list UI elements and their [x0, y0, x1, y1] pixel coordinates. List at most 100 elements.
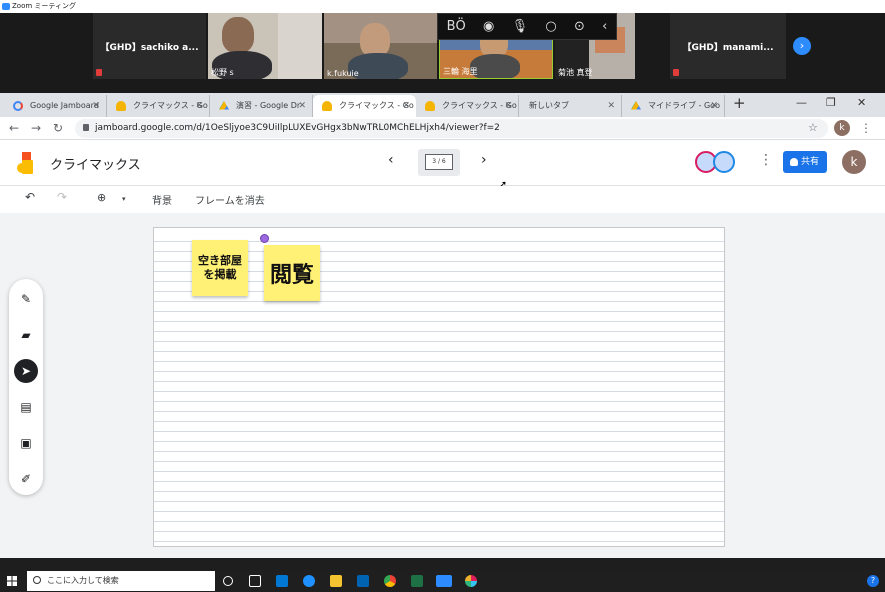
mic-muted-icon: [673, 69, 679, 76]
zoom-title-text: Zoom ミーティング: [12, 2, 76, 10]
board-title[interactable]: クライマックス: [50, 154, 141, 173]
browser-tab-bar: Google Jamboard ✕ クライマックス - Go ✕ 演習 - Go…: [0, 93, 885, 117]
google-icon: [13, 101, 23, 111]
close-tab-icon[interactable]: ✕: [710, 95, 718, 117]
browser-menu-icon[interactable]: ⋮: [860, 121, 872, 135]
windows-taskbar: ここに入力して検索 ?: [0, 570, 885, 592]
slack-icon[interactable]: [465, 575, 477, 587]
next-page-button[interactable]: ›: [793, 37, 811, 55]
jamboard-icon: [116, 101, 126, 111]
mail-icon[interactable]: [276, 575, 288, 587]
reload-icon[interactable]: ↻: [53, 121, 63, 135]
record-icon[interactable]: ◉: [483, 19, 494, 34]
image-icon[interactable]: ▣: [14, 431, 38, 455]
close-tab-icon[interactable]: ✕: [504, 95, 512, 117]
next-frame-icon[interactable]: ›: [481, 152, 487, 168]
jamboard-icon: [425, 101, 435, 111]
bookmark-star-icon[interactable]: ☆: [808, 121, 818, 134]
select-icon[interactable]: ➤: [14, 359, 38, 383]
search-icon: [33, 576, 41, 584]
close-tab-icon[interactable]: ✕: [92, 95, 100, 117]
laser-icon[interactable]: ✐: [14, 467, 38, 491]
collaborator-pointer-icon: [260, 234, 269, 243]
store-icon[interactable]: [357, 575, 369, 587]
chrome-icon[interactable]: [384, 575, 396, 587]
browser-address-bar: ← → ↻ jamboard.google.com/d/1OeSljyoe3C9…: [0, 117, 885, 140]
tab-climax-3[interactable]: クライマックス - Go ✕: [416, 95, 519, 117]
participant-tile[interactable]: k.fukuie: [324, 13, 437, 79]
undo-icon[interactable]: ↶: [25, 190, 35, 204]
redo-icon[interactable]: ↷: [57, 190, 67, 204]
jamboard-workspace: 空き部屋を掲載 閲覧 ✎ ▰ ➤ ▤ ▣ ✐: [0, 213, 885, 558]
edge-icon[interactable]: [303, 575, 315, 587]
zoom-icon[interactable]: ⊕: [97, 191, 106, 204]
collapse-icon[interactable]: ‹: [602, 19, 607, 34]
window-bottom-edge: [0, 558, 885, 570]
jamboard-icon: [322, 101, 332, 111]
pen-icon[interactable]: ✎: [14, 287, 38, 311]
account-avatar[interactable]: k: [842, 150, 866, 174]
cortana-icon[interactable]: [223, 576, 233, 586]
frame-counter-text: 3 / 6: [425, 154, 453, 170]
sticky-note-icon[interactable]: ▤: [14, 395, 38, 419]
frame-selector[interactable]: 3 / 6: [418, 149, 460, 176]
close-tab-icon[interactable]: ✕: [607, 95, 615, 117]
background-wall: [278, 13, 322, 79]
participant-name: 【GHD】sachiko a...: [100, 42, 199, 53]
forward-icon[interactable]: →: [31, 121, 41, 135]
sticky-note[interactable]: 閲覧: [264, 245, 320, 301]
zoom-icon: [2, 3, 10, 10]
tab-exercise[interactable]: 演習 - Google Dr ✕: [210, 95, 313, 117]
clear-frame-button[interactable]: フレームを消去: [195, 192, 265, 207]
eraser-icon[interactable]: ▰: [14, 323, 38, 347]
tab-google-jamboard[interactable]: Google Jamboard ✕: [4, 95, 107, 117]
browser-profile-avatar[interactable]: k: [834, 120, 850, 136]
taskbar-search-input[interactable]: ここに入力して検索: [27, 571, 215, 591]
background-button[interactable]: 背景: [152, 192, 172, 207]
participant-tile[interactable]: 松野 s: [208, 13, 322, 79]
task-view-icon[interactable]: [249, 575, 261, 587]
minimize-icon[interactable]: —: [796, 96, 807, 109]
previous-frame-icon[interactable]: ‹: [388, 152, 394, 168]
tab-new-tab[interactable]: 新しいタブ ✕: [519, 95, 622, 117]
share-button[interactable]: 共有: [783, 151, 827, 173]
close-tab-icon[interactable]: ✕: [195, 95, 203, 117]
participant-tile[interactable]: 【GHD】manami...: [670, 13, 786, 79]
jam-canvas[interactable]: 空き部屋を掲載 閲覧: [153, 227, 725, 547]
close-window-icon[interactable]: ✕: [857, 96, 866, 109]
tab-climax-1[interactable]: クライマックス - Go ✕: [107, 95, 210, 117]
close-tab-icon[interactable]: ✕: [298, 95, 306, 117]
zoom-app-icon[interactable]: [436, 575, 452, 587]
restore-icon[interactable]: ❐: [826, 96, 836, 109]
zoom-video-strip: 【GHD】sachiko a... 松野 s k.fukuie 三輪 海里 菊池…: [0, 13, 885, 93]
circle-icon[interactable]: ○: [545, 19, 556, 34]
participant-name: 【GHD】manami...: [682, 42, 774, 53]
collaborators[interactable]: [695, 151, 739, 173]
drawing-tools-panel: ✎ ▰ ➤ ▤ ▣ ✐: [9, 279, 43, 495]
tab-my-drive[interactable]: マイドライブ - Goo ✕: [622, 95, 725, 117]
file-explorer-icon[interactable]: [330, 575, 342, 587]
more-options-icon[interactable]: ⋮: [759, 152, 773, 168]
new-tab-button[interactable]: +: [733, 94, 746, 112]
close-tab-icon[interactable]: ✕: [402, 95, 410, 117]
zoom-dropdown-icon[interactable]: ▾: [122, 195, 126, 203]
tab-label: 新しいタブ: [529, 101, 569, 110]
participant-name: 三輪 海里: [443, 67, 478, 76]
speaker-icon[interactable]: ⊙: [574, 19, 585, 34]
sticky-note[interactable]: 空き部屋を掲載: [192, 240, 248, 296]
drive-icon: [631, 101, 641, 110]
url-text: jamboard.google.com/d/1OeSljyoe3C9UiIlpL…: [95, 123, 500, 133]
add-person-icon: [790, 158, 798, 166]
tab-climax-active[interactable]: クライマックス - Go ✕: [313, 95, 416, 117]
audio-settings-icon[interactable]: ВÖ: [447, 19, 466, 34]
windows-start-icon[interactable]: [7, 576, 17, 586]
microphone-icon[interactable]: 🎙: [512, 19, 529, 34]
help-icon[interactable]: ?: [867, 575, 879, 587]
back-icon[interactable]: ←: [9, 121, 19, 135]
participant-tile[interactable]: 【GHD】sachiko a...: [93, 13, 206, 79]
share-label: 共有: [800, 157, 819, 167]
lock-icon: [83, 124, 89, 131]
excel-icon[interactable]: [411, 575, 423, 587]
participant-video: [360, 23, 390, 57]
url-input[interactable]: jamboard.google.com/d/1OeSljyoe3C9UiIlpL…: [75, 119, 828, 138]
